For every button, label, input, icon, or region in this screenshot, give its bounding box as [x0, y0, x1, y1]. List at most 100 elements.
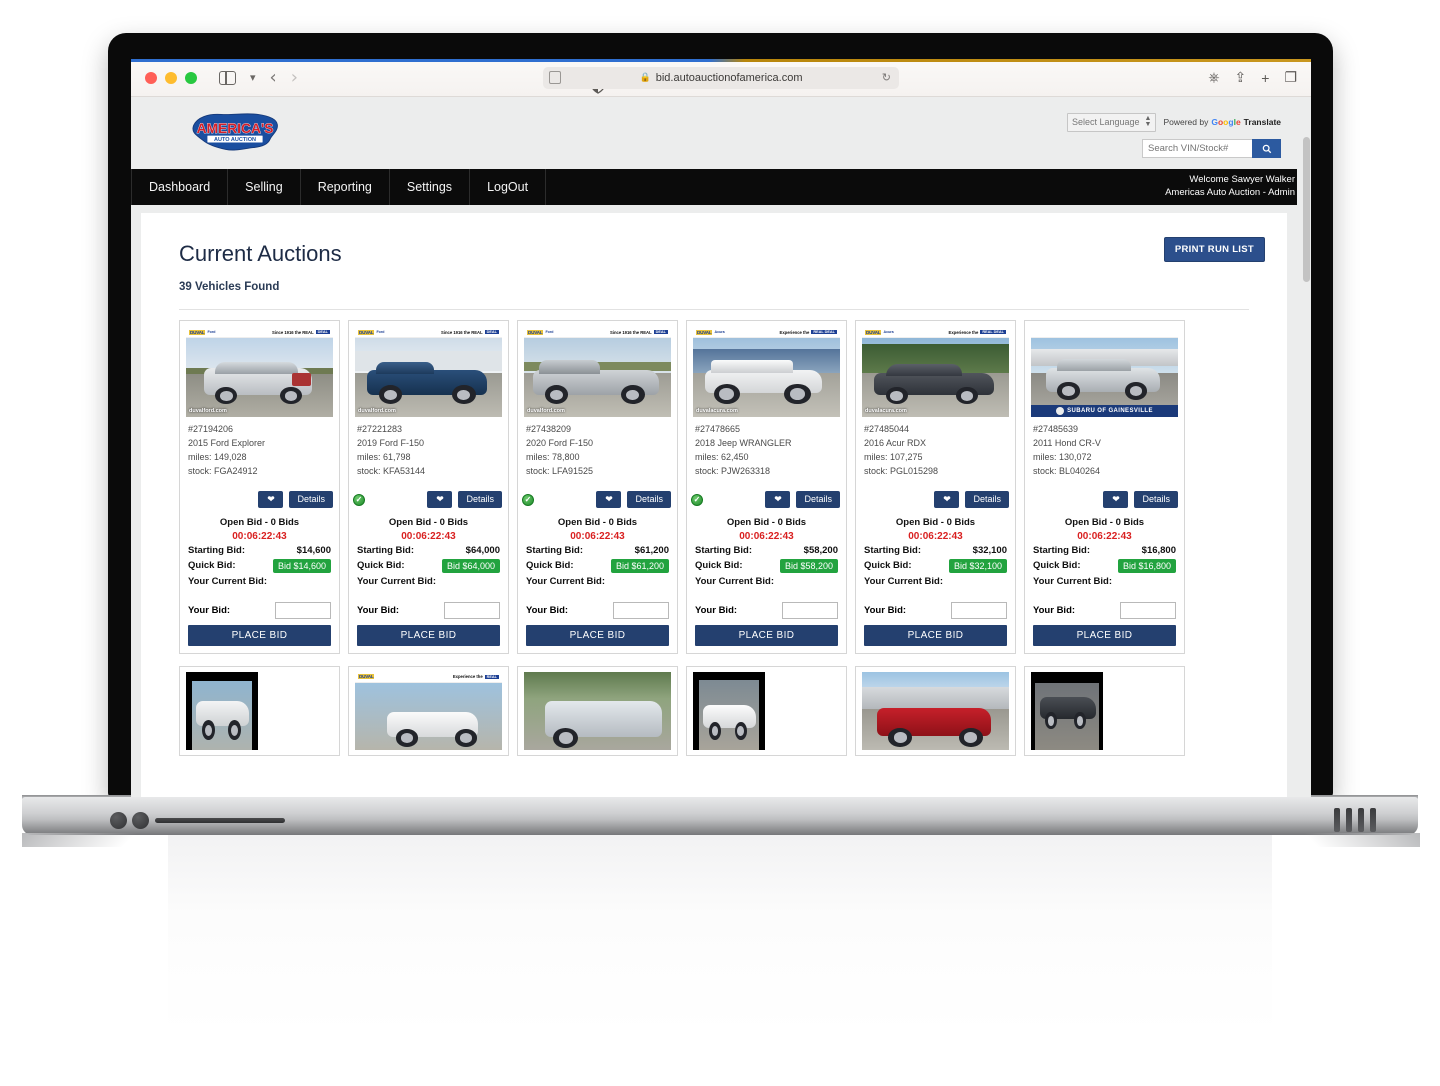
back-arrow-icon[interactable]: ‹ [270, 68, 277, 87]
favorite-heart-icon[interactable]: ❤ [765, 490, 791, 508]
vehicle-name: 2011 Hond CR-V [1033, 437, 1101, 448]
vehicle-card[interactable]: SUBARU OF GAINESVILLE #27485639 2011 Hon… [1024, 320, 1185, 654]
nav-item-logout[interactable]: LogOut [470, 169, 547, 205]
share-icon[interactable]: ⇪ [1235, 69, 1247, 86]
vehicle-stock: stock: BL040264 [1033, 465, 1101, 476]
forward-arrow-icon[interactable]: › [291, 68, 298, 87]
quick-bid-button[interactable]: Bid $14,600 [272, 558, 331, 573]
search-input[interactable] [1142, 139, 1252, 158]
your-bid-input[interactable] [275, 601, 331, 619]
bid-block: Open Bid - 0 Bids 00:06:22:43 Starting B… [862, 517, 1009, 646]
vehicle-card[interactable] [855, 665, 1016, 756]
vehicle-card[interactable]: DUVAL Acura Experience the REAL DEAL duv… [855, 320, 1016, 654]
vehicle-card[interactable]: DUVAL Acura Experience the REAL DEAL duv… [686, 320, 847, 654]
quick-bid-button[interactable]: Bid $64,000 [441, 558, 500, 573]
nav-item-dashboard[interactable]: Dashboard [131, 169, 229, 205]
quick-bid-label: Quick Bid: [526, 560, 574, 572]
place-bid-button[interactable]: PLACE BID [357, 624, 500, 646]
vehicle-photo[interactable] [693, 671, 765, 750]
vehicle-photo[interactable]: SUBARU OF GAINESVILLE [1031, 338, 1178, 417]
quick-bid-button[interactable]: Bid $61,200 [610, 558, 669, 573]
vehicle-photo[interactable]: duvalacura.com [693, 338, 840, 417]
quick-bid-button[interactable]: Bid $16,800 [1117, 558, 1176, 573]
vehicle-photo[interactable]: duvalford.com [524, 338, 671, 417]
vehicle-photo[interactable]: duvalford.com [186, 338, 333, 417]
favorite-heart-icon[interactable]: ❤ [427, 490, 453, 508]
open-bid-status: Open Bid - 0 Bids [1064, 516, 1145, 528]
nav-item-settings[interactable]: Settings [390, 169, 471, 205]
vehicle-card[interactable]: DUVAL Ford Since 1916 the REAL DEAL duva… [179, 320, 340, 654]
place-bid-button[interactable]: PLACE BID [526, 624, 669, 646]
vehicle-photo[interactable] [524, 671, 671, 750]
reader-icon[interactable] [549, 71, 561, 84]
vehicle-photo[interactable] [1031, 671, 1103, 750]
place-bid-button[interactable]: PLACE BID [188, 624, 331, 646]
vehicle-miles: miles: 61,798 [357, 451, 411, 462]
quick-bid-button[interactable]: Bid $32,100 [948, 558, 1007, 573]
vehicle-miles: miles: 62,450 [695, 451, 749, 462]
vehicle-photo[interactable]: duvalacura.com [862, 338, 1009, 417]
nav-item-selling[interactable]: Selling [228, 169, 301, 205]
minimize-window-button[interactable] [165, 71, 177, 84]
language-select[interactable]: Select Language ▲ ▼ [1066, 113, 1157, 132]
address-bar[interactable]: 🔒 bid.autoauctionofamerica.com ↻ [543, 66, 899, 89]
details-button[interactable]: Details [1134, 490, 1178, 508]
details-button[interactable]: Details [796, 490, 840, 508]
sidebar-toggle-icon[interactable] [219, 70, 236, 85]
page-scrollbar[interactable] [1303, 137, 1310, 793]
subaru-logo-icon [1056, 407, 1065, 415]
nav-item-reporting[interactable]: Reporting [301, 169, 390, 205]
details-button[interactable]: Details [289, 490, 333, 508]
vehicle-card[interactable]: DUVAL Ford Since 1916 the REAL DEAL duva… [517, 320, 678, 654]
place-bid-button[interactable]: PLACE BID [864, 624, 1007, 646]
scrollbar-thumb[interactable] [1303, 137, 1310, 282]
your-bid-input[interactable] [782, 601, 838, 619]
details-button[interactable]: Details [458, 490, 502, 508]
vehicle-card[interactable] [686, 665, 847, 756]
your-bid-input[interactable] [613, 601, 669, 619]
tabs-overview-icon[interactable]: ❐ [1284, 69, 1297, 86]
americas-auto-auction-logo[interactable]: AMERICA'S AUTO AUCTION [189, 107, 281, 155]
starting-bid-amount: $61,200 [634, 544, 669, 556]
banner-tagline: Experience the [948, 329, 979, 335]
details-button[interactable]: Details [965, 490, 1009, 508]
vehicle-photo[interactable] [186, 671, 258, 750]
banner-badge: DEAL [484, 330, 499, 334]
vehicle-photo[interactable]: DUVAL Experience the REAL [355, 671, 502, 750]
vehicle-card[interactable] [1024, 665, 1185, 756]
your-bid-input[interactable] [951, 601, 1007, 619]
tab-accent-stripe [131, 59, 1311, 62]
print-run-list-button[interactable]: PRINT RUN LIST [1163, 237, 1265, 262]
close-window-button[interactable] [145, 71, 157, 84]
vehicle-card[interactable]: DUVAL Experience the REAL [348, 665, 509, 756]
favorite-heart-icon[interactable]: ❤ [1103, 490, 1129, 508]
reload-icon[interactable]: ↻ [882, 71, 891, 84]
details-button[interactable]: Details [627, 490, 671, 508]
new-tab-icon[interactable]: + [1261, 70, 1269, 86]
search-button[interactable] [1252, 139, 1281, 158]
vehicle-photo[interactable]: duvalford.com [355, 338, 502, 417]
page-viewport: AMERICA'S AUTO AUCTION Select Language ▲… [131, 97, 1311, 797]
quick-bid-label: Quick Bid: [188, 560, 236, 572]
place-bid-button[interactable]: PLACE BID [695, 624, 838, 646]
favorite-heart-icon[interactable]: ❤ [596, 490, 622, 508]
vehicle-name: 2016 Acur RDX [864, 437, 927, 448]
place-bid-button[interactable]: PLACE BID [1033, 624, 1176, 646]
dealer-banner: DUVAL Acura Experience the REAL DEAL [862, 327, 1009, 338]
vehicle-card[interactable] [517, 665, 678, 756]
downloads-icon[interactable]: ⎈ [1208, 69, 1219, 86]
vehicle-card[interactable] [179, 665, 340, 756]
quick-bid-button[interactable]: Bid $58,200 [779, 558, 838, 573]
select-arrows-icon: ▲ ▼ [1144, 115, 1152, 129]
chevron-down-icon[interactable]: ▾ [250, 71, 256, 84]
vehicle-card[interactable]: DUVAL Ford Since 1916 the REAL DEAL duva… [348, 320, 509, 654]
maximize-window-button[interactable] [185, 71, 197, 84]
vehicle-meta: #27438209 2020 Ford F-150 miles: 78,800 … [524, 417, 671, 479]
favorite-heart-icon[interactable]: ❤ [258, 490, 284, 508]
vehicle-photo[interactable] [862, 671, 1009, 750]
vehicle-stock-number: #27485639 [1033, 424, 1079, 434]
starting-bid-amount: $58,200 [803, 544, 838, 556]
your-bid-input[interactable] [1120, 601, 1176, 619]
favorite-heart-icon[interactable]: ❤ [934, 490, 960, 508]
your-bid-input[interactable] [444, 601, 500, 619]
